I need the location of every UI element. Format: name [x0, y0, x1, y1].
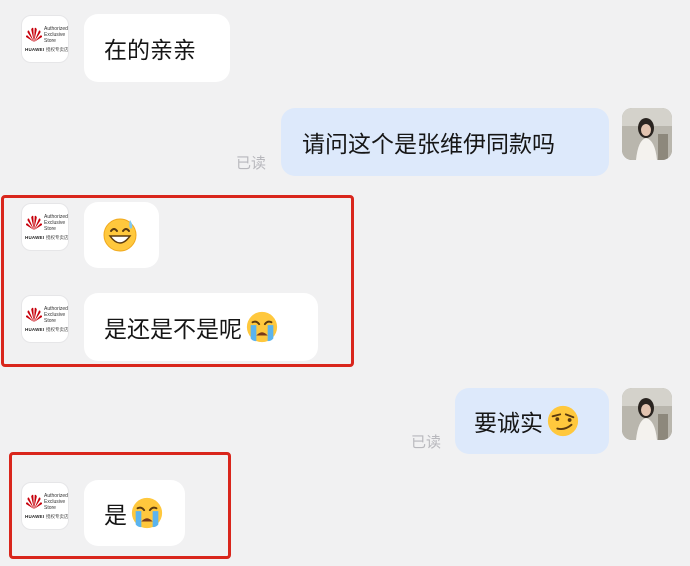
authorized-store-text: Authorized Exclusive Store [44, 214, 68, 233]
huawei-logo-icon [25, 494, 43, 509]
store-avatar[interactable]: Authorized Exclusive Store HUAWEI 授权专卖店 [21, 203, 69, 251]
authorized-store-text: Authorized Exclusive Store [44, 493, 68, 512]
brand-text: HUAWEI [25, 47, 45, 52]
message-text: 在的亲亲 [104, 38, 196, 64]
message-bubble-2[interactable]: 请问这个是张维伊同款吗 [281, 108, 609, 176]
user-photo-icon [622, 388, 672, 440]
brand-text: HUAWEI [25, 514, 45, 519]
store-avatar[interactable]: Authorized Exclusive Store HUAWEI 授权专卖店 [21, 295, 69, 343]
huawei-logo-icon [25, 307, 43, 322]
store-caption: 授权专卖店 [46, 236, 69, 241]
authorized-store-text: Authorized Exclusive Store [44, 26, 68, 45]
store-avatar[interactable]: Authorized Exclusive Store HUAWEI 授权专卖店 [21, 15, 69, 63]
message-bubble-3[interactable] [84, 202, 159, 268]
message-bubble-5[interactable]: 要诚实 [455, 388, 609, 454]
brand-text: HUAWEI [25, 327, 45, 332]
authorized-store-text: Authorized Exclusive Store [44, 306, 68, 325]
store-avatar[interactable]: Authorized Exclusive Store HUAWEI 授权专卖店 [21, 482, 69, 530]
message-text: 要诚实 [474, 411, 543, 437]
user-avatar[interactable] [622, 108, 672, 160]
smiling-sweat-emoji-icon [103, 218, 137, 252]
store-caption: 授权专卖店 [46, 515, 69, 520]
brand-text: HUAWEI [25, 235, 45, 240]
message-text: 是 [104, 503, 127, 529]
huawei-logo-icon [25, 27, 43, 42]
loudly-crying-emoji-icon [131, 497, 163, 529]
message-text: 是还是不是呢 [104, 317, 242, 343]
smirking-face-emoji-icon [547, 405, 579, 437]
huawei-logo-icon [25, 215, 43, 230]
message-bubble-1[interactable]: 在的亲亲 [84, 14, 230, 82]
message-text: 请问这个是张维伊同款吗 [302, 132, 555, 158]
store-caption: 授权专卖店 [46, 48, 69, 53]
read-status: 已读 [411, 433, 442, 451]
read-status: 已读 [236, 154, 267, 172]
user-photo-icon [622, 108, 672, 160]
message-bubble-4[interactable]: 是还是不是呢 [84, 293, 318, 361]
loudly-crying-emoji-icon [246, 311, 278, 343]
store-caption: 授权专卖店 [46, 328, 69, 333]
message-bubble-6[interactable]: 是 [84, 480, 185, 546]
user-avatar[interactable] [622, 388, 672, 440]
